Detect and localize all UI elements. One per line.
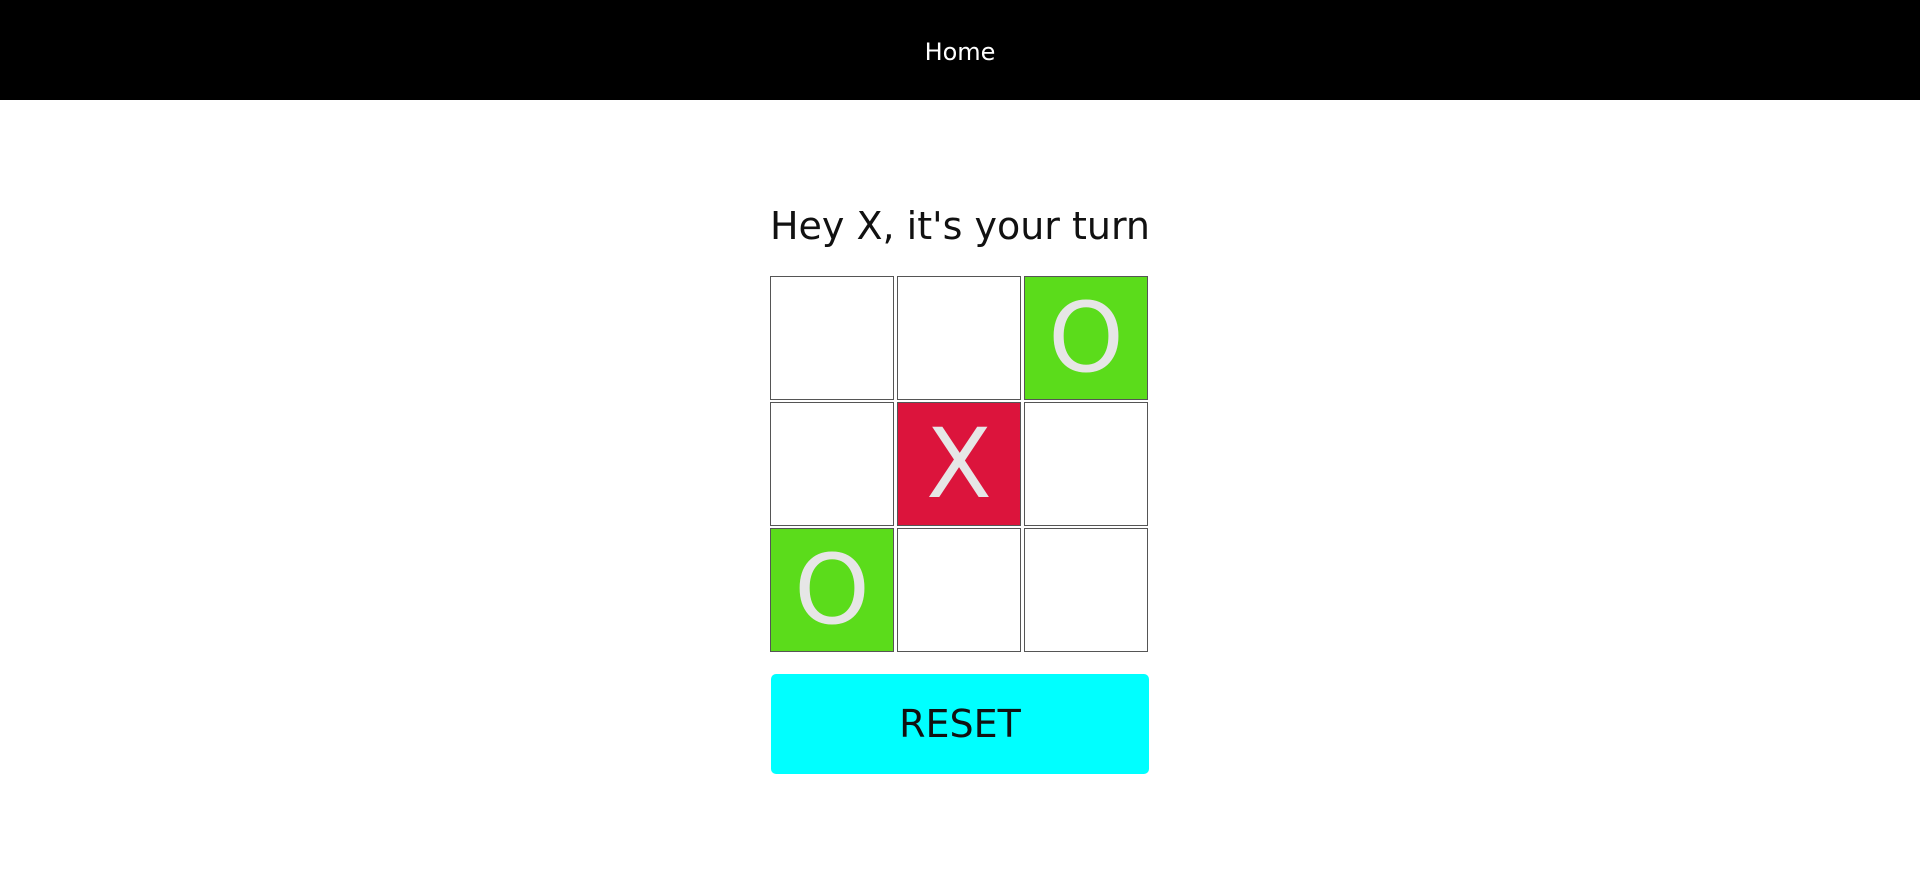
board-cell-r2c3[interactable] [1024, 402, 1148, 526]
nav-home-link[interactable]: Home [925, 38, 996, 66]
board-cell-r3c3[interactable] [1024, 528, 1148, 652]
turn-status-text: Hey X, it's your turn [769, 204, 1151, 248]
top-nav-bar: Home [0, 0, 1920, 100]
board-cell-r1c2[interactable] [897, 276, 1021, 400]
board-cell-r3c1[interactable]: O [770, 528, 894, 652]
board-cell-r1c1[interactable] [770, 276, 894, 400]
game-board: O X O [770, 276, 1150, 656]
board-cell-r1c3[interactable]: O [1024, 276, 1148, 400]
board-cell-r2c1[interactable] [770, 402, 894, 526]
board-cell-r2c2[interactable]: X [897, 402, 1021, 526]
board-cell-r3c2[interactable] [897, 528, 1021, 652]
reset-button[interactable]: RESET [771, 674, 1149, 774]
